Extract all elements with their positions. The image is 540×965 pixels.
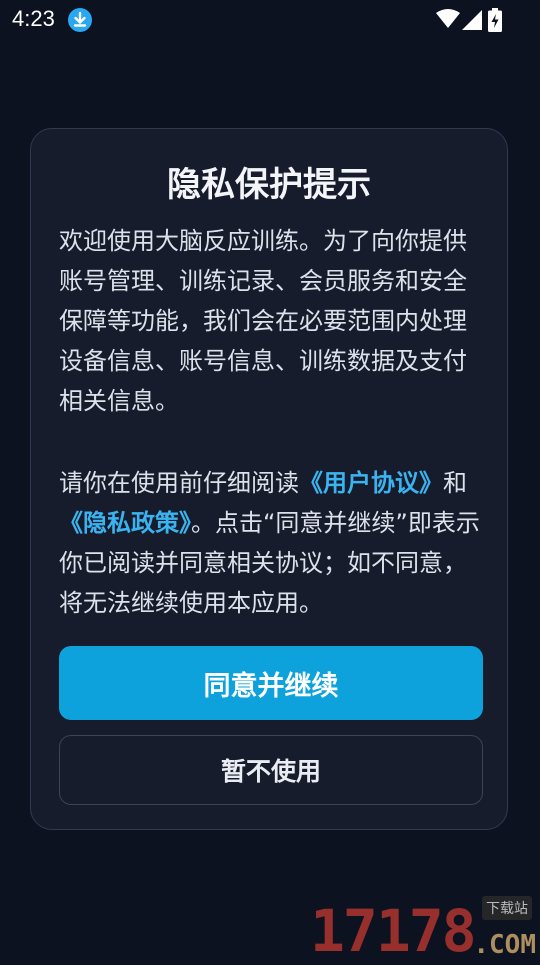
watermark-logo: 17178 下载站 .COM [310, 896, 536, 960]
privacy-dialog: 隐私保护提示 欢迎使用大脑反应训练。为了向你提供账号管理、训练记录、会员服务和安… [30, 128, 508, 830]
wifi-icon [436, 9, 460, 33]
battery-charging-icon [488, 8, 502, 36]
watermark-digits: 17178 [310, 897, 477, 965]
status-icons [436, 8, 502, 34]
dialog-paragraph-intro: 欢迎使用大脑反应训练。为了向你提供账号管理、训练记录、会员服务和安全保障等功能，… [59, 227, 467, 415]
watermark-label: 下载站 [482, 896, 532, 920]
decline-button[interactable]: 暂不使用 [59, 735, 483, 805]
agreements-middle-text: 和 [443, 469, 467, 497]
dialog-paragraph-agreements: 请你在使用前仔细阅读《用户协议》和《隐私政策》。点击“同意并继续”即表示你已阅读… [59, 463, 485, 623]
watermark-domain: .COM [473, 930, 536, 960]
download-icon [68, 8, 92, 32]
dialog-title: 隐私保护提示 [167, 165, 371, 205]
agree-and-continue-button[interactable]: 同意并继续 [59, 646, 483, 720]
status-time: 4:23 [12, 6, 55, 31]
signal-icon [462, 10, 482, 34]
privacy-policy-link[interactable]: 《隐私政策》 [59, 509, 191, 537]
agreements-prefix-text: 请你在使用前仔细阅读 [59, 469, 299, 497]
status-bar: 4:23 [0, 0, 540, 40]
user-agreement-link[interactable]: 《用户协议》 [299, 469, 443, 497]
